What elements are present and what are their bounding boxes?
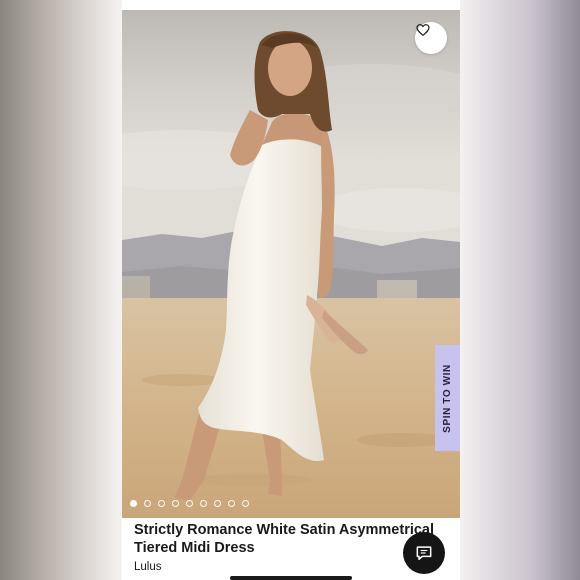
spin-to-win-label: SPIN TO WIN — [442, 363, 453, 433]
photo-scene — [122, 10, 460, 518]
gallery-dot[interactable] — [158, 500, 165, 507]
gallery-dot[interactable] — [214, 500, 221, 507]
product-brand[interactable]: Lulus — [134, 561, 162, 573]
heart-outline-icon — [416, 24, 430, 36]
product-screen: SPIN TO WIN Strictly Romance White Satin… — [122, 0, 460, 580]
product-photo[interactable]: SPIN TO WIN — [122, 10, 460, 518]
gallery-dots — [130, 500, 249, 507]
home-indicator — [230, 576, 352, 580]
chat-button[interactable] — [403, 532, 445, 574]
status-strip — [122, 0, 460, 10]
gallery-dot[interactable] — [228, 500, 235, 507]
gallery-dot[interactable] — [186, 500, 193, 507]
gallery-dot[interactable] — [200, 500, 207, 507]
spin-to-win-tab[interactable]: SPIN TO WIN — [435, 345, 460, 451]
gallery-dot[interactable] — [172, 500, 179, 507]
gallery-dot[interactable] — [130, 500, 137, 507]
gallery-dot[interactable] — [242, 500, 249, 507]
gallery-dot[interactable] — [144, 500, 151, 507]
chat-bubble-icon — [416, 546, 432, 560]
favorite-button[interactable] — [415, 22, 447, 54]
